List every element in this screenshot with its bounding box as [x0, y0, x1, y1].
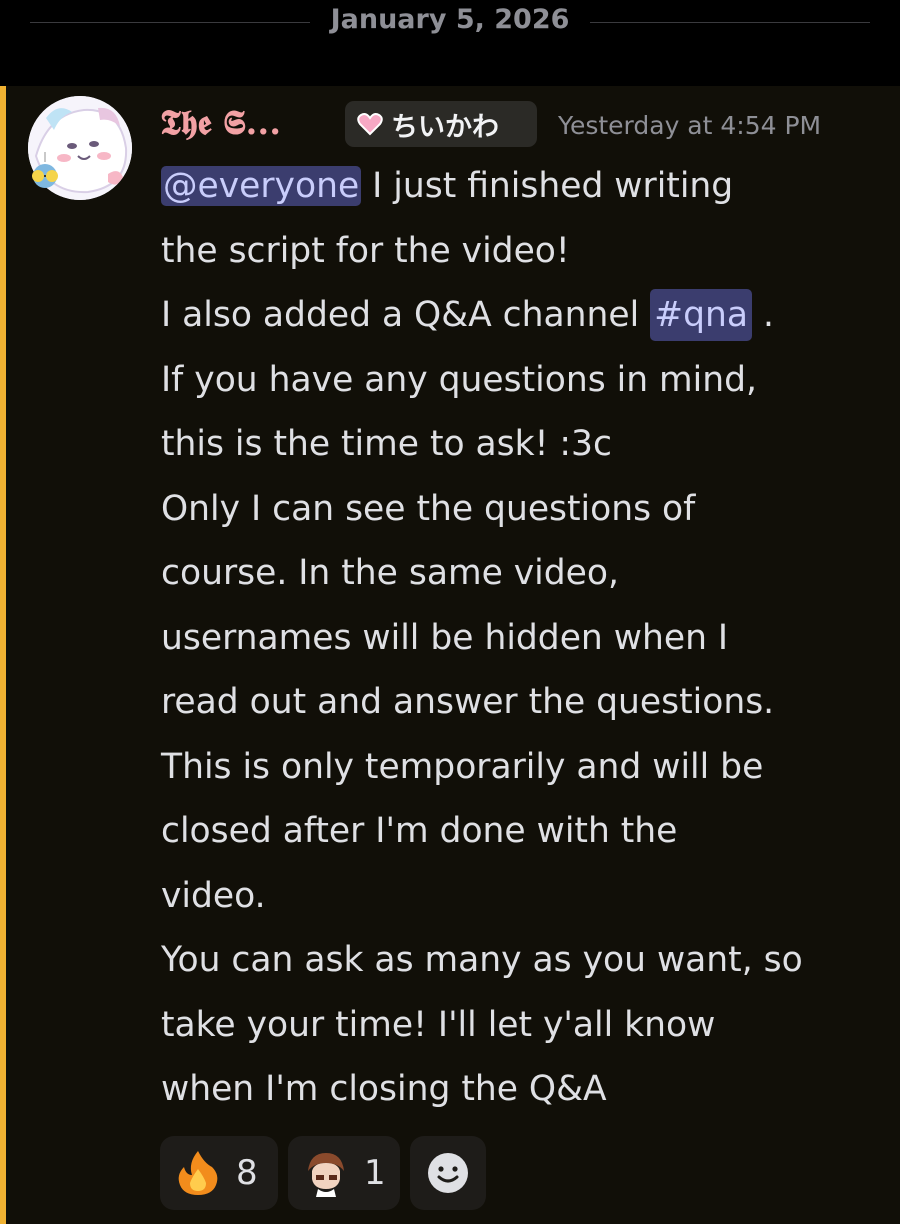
message-line: closed after I'm done with the	[161, 811, 678, 851]
reaction-count: 1	[364, 1153, 386, 1193]
reaction-fire[interactable]: 8	[160, 1136, 278, 1210]
channel-mention-qna[interactable]: #qna	[650, 289, 752, 341]
message-text: I also added a Q&A channel	[161, 295, 651, 335]
add-reaction-icon	[428, 1153, 468, 1193]
message[interactable]: 𝕿𝖍𝖊 𝕾... ちいかわ Yesterday at 4:54 PM @ever…	[0, 86, 900, 1224]
message-timestamp[interactable]: Yesterday at 4:54 PM	[558, 111, 821, 140]
message-line: the script for the video!	[161, 230, 570, 271]
role-tag[interactable]: ちいかわ	[345, 101, 537, 147]
reaction-count: 8	[236, 1153, 258, 1193]
message-line: @everyone I just finished writing	[161, 154, 881, 219]
message-line: You can ask as many as you want, so	[161, 940, 803, 980]
reaction-custom-emoji[interactable]: 1	[288, 1136, 400, 1210]
divider-line-left	[30, 22, 310, 23]
divider-line-right	[590, 22, 870, 23]
message-line: read out and answer the questions.	[161, 682, 775, 722]
heart-icon	[357, 113, 383, 136]
role-tag-label: ちいかわ	[391, 111, 499, 143]
message-line: Only I can see the questions of	[161, 488, 696, 529]
message-content: @everyone I just finished writing the sc…	[161, 154, 881, 1122]
avatar-decoration-icon	[26, 152, 64, 190]
message-line: take your time! I'll let y'all know	[161, 1004, 716, 1045]
everyone-mention[interactable]: @everyone	[161, 166, 362, 206]
message-text: .	[752, 295, 774, 335]
mention-highlight-bar	[0, 86, 6, 1224]
message-line: If you have any questions in mind,	[161, 359, 757, 400]
add-reaction-button[interactable]	[410, 1136, 486, 1210]
message-text: I just finished writing	[361, 166, 734, 206]
message-line: This is only temporarily and will be	[161, 746, 764, 787]
message-line: usernames will be hidden when I	[161, 617, 729, 658]
custom-avatar-emoji-icon	[308, 1153, 344, 1197]
date-divider: January 5, 2026	[0, 0, 900, 86]
message-line: video.	[161, 875, 266, 916]
message-line: this is the time to ask! :3c	[161, 424, 612, 464]
message-line: when I'm closing the Q&A	[161, 1069, 607, 1109]
message-line: course. In the same video,	[161, 553, 619, 593]
fire-emoji-icon	[178, 1151, 218, 1195]
date-divider-label: January 5, 2026	[330, 4, 570, 35]
message-line: I also added a Q&A channel #qna .	[161, 283, 881, 348]
author-name[interactable]: 𝕿𝖍𝖊 𝕾...	[160, 103, 281, 143]
reactions-bar: 8 1	[160, 1136, 486, 1210]
